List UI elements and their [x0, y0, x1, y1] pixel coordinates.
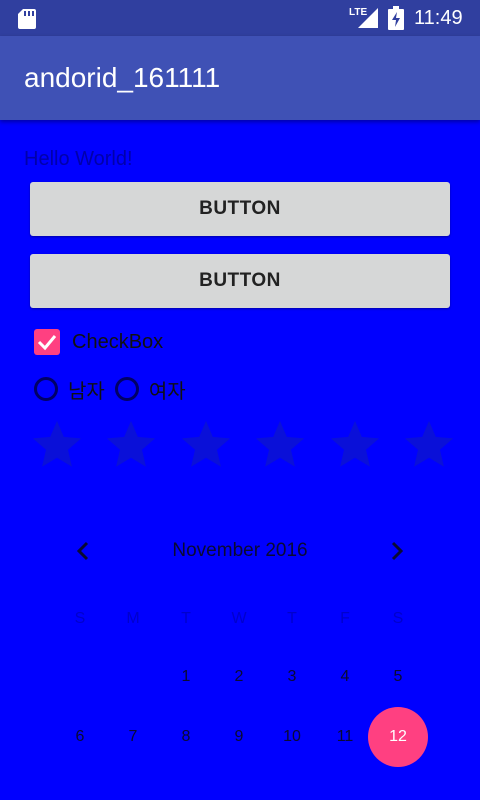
calendar-day-selected[interactable]: 12 [380, 728, 416, 746]
radio-group: 남자 여자 [34, 374, 196, 404]
button-1[interactable]: BUTTON [30, 182, 450, 236]
calendar-day[interactable]: 1 [168, 668, 204, 686]
weekday-label: S [392, 610, 404, 627]
hello-text: Hello World! [24, 148, 133, 170]
calendar-day[interactable]: 9 [221, 728, 257, 746]
checkbox-row[interactable]: CheckBox [34, 327, 163, 357]
clock-time: 11:49 [414, 7, 463, 29]
checkbox-label: CheckBox [72, 330, 164, 353]
radio-male[interactable] [34, 377, 58, 401]
calendar-day[interactable]: 6 [62, 728, 98, 746]
button-2[interactable]: BUTTON [30, 254, 450, 308]
sd-card-icon [18, 9, 36, 29]
star-icon[interactable] [102, 416, 160, 482]
calendar-header: November 2016 [60, 536, 420, 566]
weekday-label: S [74, 610, 86, 627]
calendar-day[interactable]: 11 [327, 728, 363, 746]
star-icon[interactable] [177, 416, 235, 482]
calendar-day[interactable]: 3 [274, 668, 310, 686]
weekday-label: M [126, 610, 140, 627]
rating-bar[interactable] [28, 416, 458, 482]
weekday-label: T [181, 610, 191, 627]
signal-icon [358, 8, 378, 28]
status-bar: LTE 11:49 [0, 0, 480, 36]
app-title: andorid_161111 [24, 62, 221, 93]
radio-female-label: 여자 [148, 380, 186, 403]
weekday-label: T [287, 610, 297, 627]
chevron-right-icon[interactable] [386, 538, 408, 564]
star-icon[interactable] [28, 416, 86, 482]
radio-female[interactable] [114, 377, 139, 401]
star-icon[interactable] [326, 416, 384, 482]
battery-charging-icon [388, 6, 404, 30]
star-icon[interactable] [251, 416, 309, 482]
star-icon[interactable] [400, 416, 458, 482]
radio-male-label: 남자 [68, 380, 105, 403]
calendar-day[interactable]: 8 [168, 728, 204, 746]
checkmark-icon [37, 335, 57, 351]
app-bar: andorid_161111 [0, 36, 480, 120]
checkbox[interactable] [34, 329, 60, 355]
calendar-day[interactable]: 7 [115, 728, 151, 746]
calendar-day[interactable]: 4 [327, 668, 363, 686]
weekday-label: F [340, 610, 350, 627]
calendar-day[interactable]: 5 [380, 668, 416, 686]
weekday-label: W [231, 610, 247, 627]
calendar-day[interactable]: 2 [221, 668, 257, 686]
calendar-day[interactable]: 10 [274, 728, 310, 746]
calendar-month-label: November 2016 [172, 540, 308, 561]
